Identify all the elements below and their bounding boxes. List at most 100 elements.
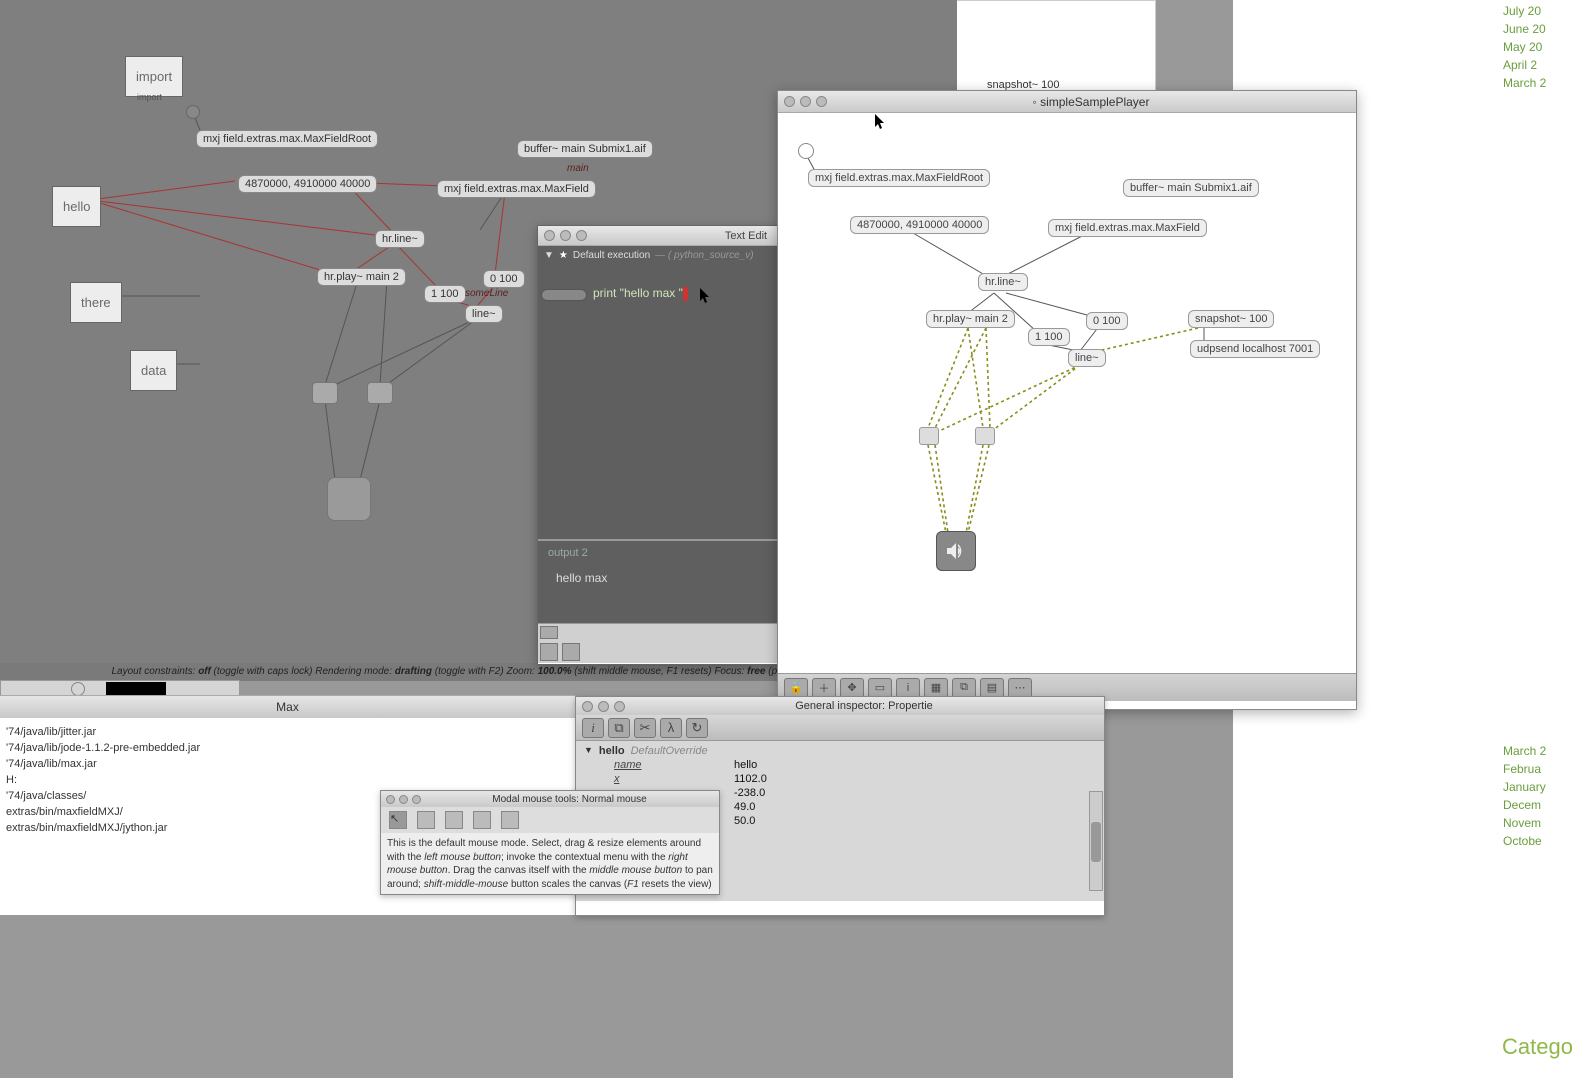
sample-player-window[interactable]: ◦ simpleSamplePlayer mxj field.extr (777, 90, 1357, 710)
minimize-icon[interactable] (560, 230, 571, 241)
close-icon[interactable] (544, 230, 555, 241)
buffer-node[interactable]: buffer~ main Submix1.aif (1123, 179, 1259, 197)
mxj-root-node[interactable]: mxj field.extras.max.MaxFieldRoot (196, 130, 378, 148)
insp-title: General inspector: Propertie (630, 700, 1098, 712)
zoom-icon[interactable] (576, 230, 587, 241)
texted-btn-1[interactable] (540, 626, 558, 639)
menu-icon[interactable]: ⋯ (1008, 678, 1032, 698)
tool-2-icon[interactable] (417, 811, 435, 829)
grid2-icon[interactable]: ▤ (980, 678, 1004, 698)
numbers-msg[interactable]: 4870000, 4910000 40000 (238, 175, 377, 193)
archive-link[interactable]: Novem (1503, 816, 1563, 830)
present-icon[interactable]: ▭ (868, 678, 892, 698)
bang-button[interactable] (798, 143, 814, 159)
mouse-titlebar[interactable]: Modal mouse tools: Normal mouse (381, 791, 719, 807)
info-tab[interactable]: i (582, 718, 604, 738)
hrplay-node[interactable]: hr.play~ main 2 (317, 268, 406, 286)
gear-icon[interactable] (71, 682, 85, 696)
mxj-field-node[interactable]: mxj field.extras.max.MaxField (1048, 219, 1207, 237)
tool-4-icon[interactable] (473, 811, 491, 829)
console-line: '74/java/lib/jitter.jar (6, 724, 569, 740)
mult-left-node[interactable] (312, 382, 338, 404)
mxj-root-node[interactable]: mxj field.extras.max.MaxFieldRoot (808, 169, 990, 187)
msg-0-100[interactable]: 0 100 (483, 270, 525, 288)
hello-box[interactable]: hello (52, 186, 101, 227)
tool-3-icon[interactable] (445, 811, 463, 829)
archive-link[interactable]: May 20 (1503, 40, 1563, 54)
msg-0-100[interactable]: 0 100 (1086, 312, 1128, 330)
close-icon[interactable] (582, 701, 593, 712)
hrline-node[interactable]: hr.line~ (978, 273, 1028, 291)
archive-link[interactable]: March 2 (1503, 744, 1563, 758)
archive-link[interactable]: March 2 (1503, 76, 1563, 90)
udpsend-node[interactable]: udpsend localhost 7001 (1190, 340, 1320, 358)
insp-kv[interactable]: namehello (614, 759, 1096, 771)
mult-right-node[interactable] (975, 427, 995, 445)
archive-link[interactable]: April 2 (1503, 58, 1563, 72)
insp-kv[interactable]: x1102.0 (614, 773, 1096, 785)
bang-button[interactable] (186, 105, 200, 119)
buffer-node[interactable]: buffer~ main Submix1.aif (517, 140, 653, 158)
insp-row-header[interactable]: ▼ hello DefaultOverride (584, 745, 1096, 757)
zoom-icon[interactable] (614, 701, 625, 712)
minimize-icon[interactable] (598, 701, 609, 712)
arrow-tool-icon[interactable]: ↖ (389, 811, 407, 829)
ezdac-button[interactable] (936, 531, 976, 571)
patch-body[interactable]: mxj field.extras.max.MaxFieldRoot buffer… (778, 113, 1356, 673)
refresh-icon[interactable]: ↻ (686, 718, 708, 738)
close-icon[interactable] (784, 96, 795, 107)
archive-link[interactable]: June 20 (1503, 22, 1563, 36)
disclosure-icon[interactable]: ▼ (584, 745, 593, 757)
line-node[interactable]: line~ (465, 305, 503, 323)
data-box[interactable]: data (130, 350, 177, 391)
info-icon[interactable]: i (896, 678, 920, 698)
numbers-msg[interactable]: 4870000, 4910000 40000 (850, 216, 989, 234)
hrline-node[interactable]: hr.line~ (375, 230, 425, 248)
mxj-field-node[interactable]: mxj field.extras.max.MaxField (437, 180, 596, 198)
copy-icon[interactable]: ⧉ (608, 718, 630, 738)
dac-node[interactable] (327, 477, 371, 521)
categories-heading: Catego (1502, 1034, 1573, 1060)
lambda-icon[interactable]: λ (660, 718, 682, 738)
zoom-icon[interactable] (816, 96, 827, 107)
gutter-button[interactable] (541, 289, 587, 301)
star-icon: ★ (559, 250, 568, 261)
disclosure-icon[interactable]: ▼ (544, 250, 554, 261)
hrplay-node[interactable]: hr.play~ main 2 (926, 310, 1015, 328)
minimize-icon[interactable] (800, 96, 811, 107)
archive-link[interactable]: Februa (1503, 762, 1563, 776)
lock-icon[interactable]: 🔒 (784, 678, 808, 698)
mouse-tools-window[interactable]: Modal mouse tools: Normal mouse ↖ This i… (380, 790, 720, 895)
scroll-thumb[interactable] (1091, 822, 1101, 862)
msg-1-100[interactable]: 1 100 (1028, 328, 1070, 346)
zoom-icon[interactable] (412, 795, 421, 804)
cut-icon[interactable]: ✂ (634, 718, 656, 738)
there-box[interactable]: there (70, 282, 122, 323)
someline-label: someLine (465, 288, 508, 299)
color-swatch[interactable] (106, 682, 166, 696)
line-node[interactable]: line~ (1068, 349, 1106, 367)
close-icon[interactable] (386, 795, 395, 804)
msg-1-100[interactable]: 1 100 (424, 285, 466, 303)
texted-btn-3[interactable] (562, 643, 580, 661)
mult-right-node[interactable] (367, 382, 393, 404)
import-box[interactable]: import (125, 56, 183, 97)
archive-link[interactable]: July 20 (1503, 4, 1563, 18)
plus-icon[interactable]: ＋ (812, 678, 836, 698)
grid-icon[interactable]: ▦ (924, 678, 948, 698)
texted-btn-2[interactable] (540, 643, 558, 661)
scrollbar[interactable] (1089, 791, 1103, 891)
tool-5-icon[interactable] (501, 811, 519, 829)
code-line[interactable]: print "hello max " (593, 286, 688, 301)
snapshot-node[interactable]: snapshot~ 100 (1188, 310, 1274, 328)
insp-titlebar[interactable]: General inspector: Propertie (576, 697, 1104, 715)
move-icon[interactable]: ✥ (840, 678, 864, 698)
archive-link[interactable]: Octobe (1503, 834, 1563, 848)
mult-left-node[interactable] (919, 427, 939, 445)
slot-icon[interactable]: ⧉ (952, 678, 976, 698)
archive-link[interactable]: January (1503, 780, 1563, 794)
minimize-icon[interactable] (399, 795, 408, 804)
patch-title: ◦ simpleSamplePlayer (832, 95, 1350, 109)
archive-link[interactable]: Decem (1503, 798, 1563, 812)
patch-titlebar[interactable]: ◦ simpleSamplePlayer (778, 91, 1356, 113)
